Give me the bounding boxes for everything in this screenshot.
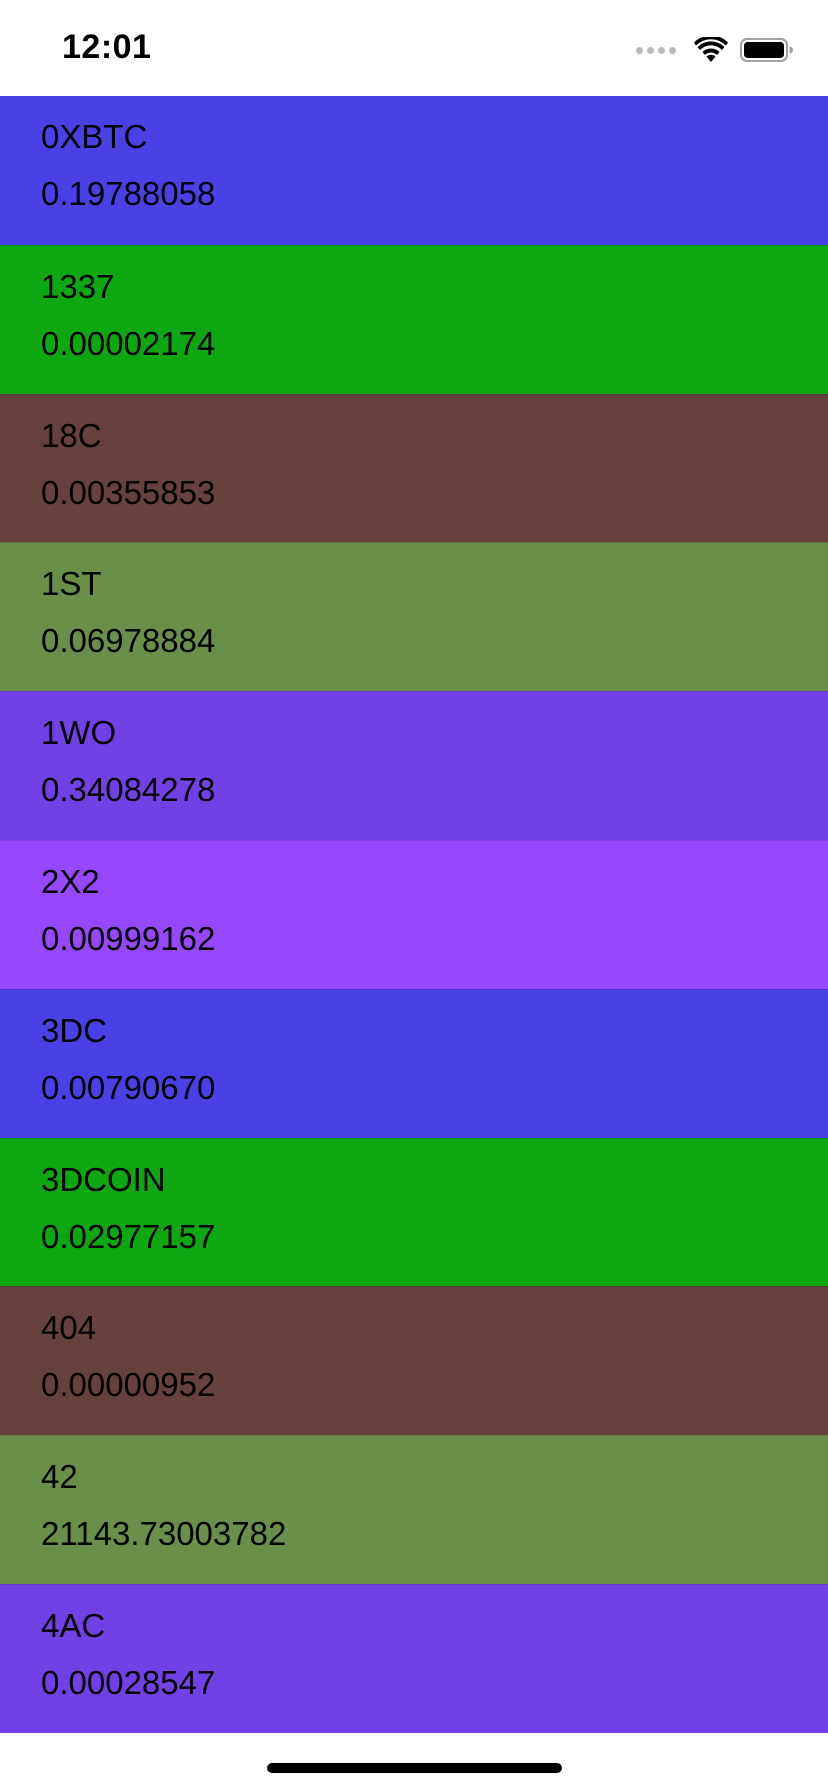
coin-price: 0.00999162: [41, 919, 216, 957]
coin-price: 0.19788058: [41, 175, 216, 212]
coin-price: 0.00790670: [41, 1068, 216, 1106]
coin-row[interactable]: 3DC 0.00790670: [0, 988, 828, 1138]
coin-symbol: 2X2: [41, 862, 100, 900]
coin-row[interactable]: 3DCOIN 0.02977157: [0, 1137, 828, 1287]
coin-row[interactable]: 1337 0.00002174: [0, 244, 828, 394]
coin-symbol: 0XBTC: [41, 118, 148, 155]
coin-row[interactable]: 404 0.00000952: [0, 1286, 828, 1436]
home-indicator[interactable]: [267, 1763, 562, 1773]
coin-row[interactable]: 42 21143.73003782: [0, 1435, 828, 1584]
coin-price: 0.02977157: [41, 1217, 216, 1255]
status-icons: [636, 34, 794, 66]
coin-price: 0.00355853: [41, 473, 216, 511]
coin-symbol: 1ST: [41, 565, 102, 603]
wifi-icon: [694, 37, 728, 62]
coin-row[interactable]: 4AC 0.00028547: [0, 1583, 828, 1733]
signal-dots-icon: [636, 46, 676, 54]
status-time: 12:01: [62, 28, 152, 66]
coin-price: 0.00002174: [41, 324, 216, 362]
coin-price: 0.34084278: [41, 771, 216, 809]
coin-list: 0XBTC 0.19788058 1337 0.00002174 18C 0.0…: [0, 96, 828, 1733]
coin-symbol: 3DCOIN: [41, 1160, 166, 1198]
coin-price: 0.00028547: [41, 1663, 216, 1701]
coin-row[interactable]: 1ST 0.06978884: [0, 542, 828, 692]
coin-row[interactable]: 18C 0.00355853: [0, 393, 828, 543]
coin-row[interactable]: 1WO 0.34084278: [0, 691, 828, 840]
coin-price: 0.06978884: [41, 622, 216, 660]
coin-symbol: 4AC: [41, 1606, 106, 1644]
coin-symbol: 1WO: [41, 714, 117, 752]
battery-icon: [740, 38, 793, 62]
coin-price: 0.00000952: [41, 1366, 216, 1404]
coin-symbol: 1337: [41, 267, 115, 305]
coin-symbol: 18C: [41, 416, 102, 454]
coin-symbol: 3DC: [41, 1011, 108, 1049]
coin-symbol: 404: [41, 1309, 97, 1347]
coin-row[interactable]: 0XBTC 0.19788058: [0, 96, 828, 245]
status-bar: 12:01: [0, 0, 828, 96]
coin-symbol: 42: [41, 1458, 78, 1496]
coin-price: 21143.73003782: [41, 1515, 287, 1553]
coin-row[interactable]: 2X2 0.00999162: [0, 839, 828, 989]
